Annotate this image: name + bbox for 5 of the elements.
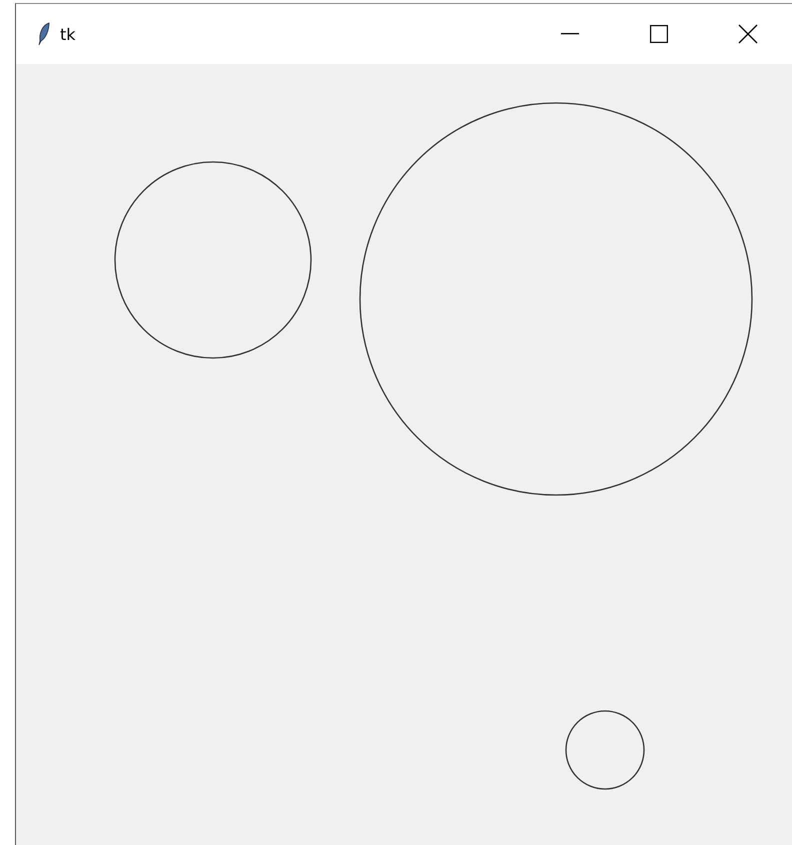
close-icon [738,24,758,44]
minimize-icon [560,33,578,35]
window-title: tk [60,24,77,44]
feather-icon [38,22,50,46]
maximize-icon [650,25,668,43]
